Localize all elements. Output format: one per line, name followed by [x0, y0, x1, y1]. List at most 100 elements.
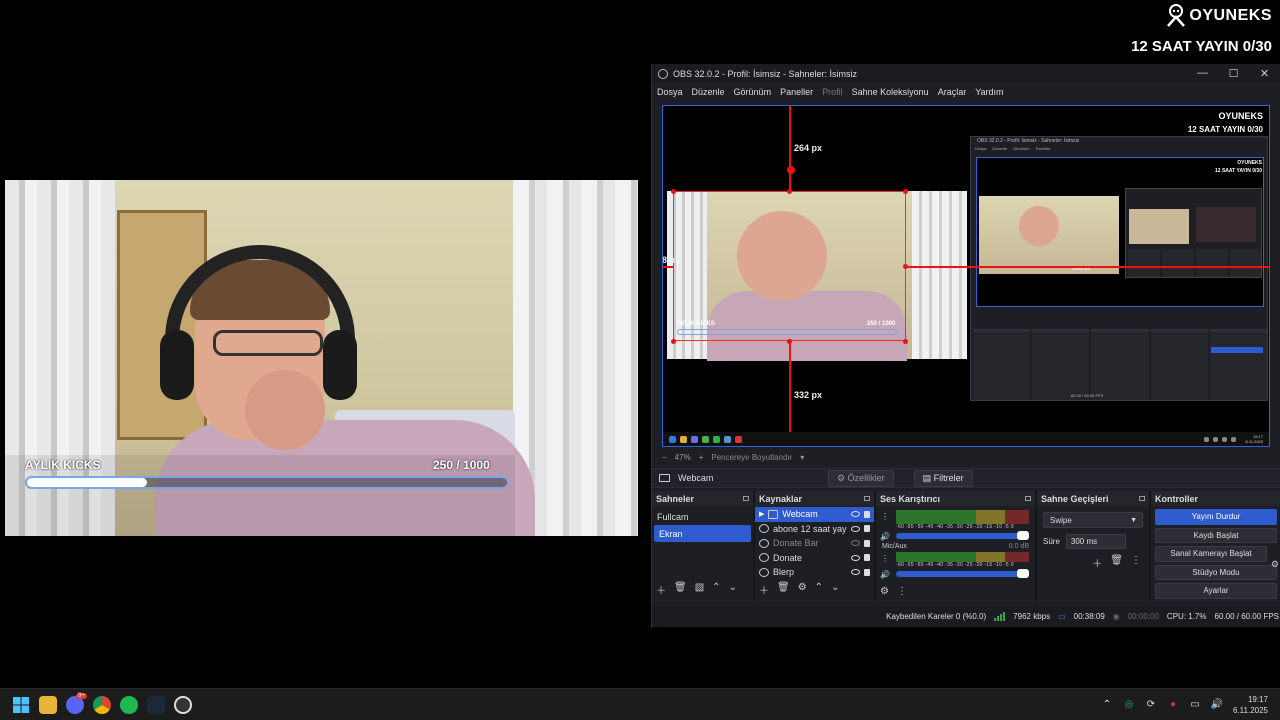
kebab-menu-icon[interactable]: ⋮: [881, 554, 889, 563]
transition-select[interactable]: Swipe ▼: [1043, 512, 1143, 528]
measure-left: 38 px: [662, 255, 681, 265]
stream-brand: OYUNEKS 12 SAAT YAYIN 0/30: [1131, 4, 1272, 55]
gear-icon[interactable]: ⚙: [798, 582, 807, 597]
eye-icon[interactable]: [851, 554, 860, 561]
gear-icon[interactable]: ⚙: [1271, 559, 1279, 570]
controls-dock: Kontroller Yayını Durdur Kaydı Başlat Sa…: [1151, 491, 1280, 601]
source-item-webcam[interactable]: ▶ Webcam: [755, 507, 874, 522]
menu-gorunum[interactable]: Görünüm: [734, 87, 772, 97]
minimize-button[interactable]: —: [1187, 67, 1218, 80]
eye-icon[interactable]: [851, 511, 860, 518]
trash-icon[interactable]: 🗑: [674, 582, 687, 597]
down-icon[interactable]: ⌄: [729, 582, 737, 597]
taskbar-clock[interactable]: 19:17 6.11.2025: [1233, 694, 1268, 716]
settings-button[interactable]: Ayarlar: [1155, 583, 1277, 599]
zoom-out-button[interactable]: −: [662, 453, 667, 462]
maximize-button[interactable]: ☐: [1218, 67, 1249, 80]
up-icon[interactable]: ⌃: [815, 582, 823, 597]
studio-mode-button[interactable]: Stüdyo Modu: [1155, 564, 1277, 580]
transitions-header: Sahne Geçişleri: [1041, 493, 1109, 504]
speaker-icon[interactable]: 🔊: [880, 570, 890, 579]
zoom-dropdown-caret[interactable]: ▾: [800, 453, 804, 462]
eye-closed-icon[interactable]: [851, 540, 860, 547]
trash-icon[interactable]: 🗑: [777, 582, 790, 597]
menu-dosya[interactable]: Dosya: [657, 87, 683, 97]
add-icon[interactable]: ＋: [656, 582, 666, 597]
menu-yardim[interactable]: Yardım: [975, 87, 1003, 97]
mixer-header: Ses Karıştırıcı: [880, 493, 941, 504]
kicks-goal-count: 250 / 1000: [433, 458, 490, 472]
scene-item-fullcam[interactable]: Fullcam: [652, 508, 753, 525]
lock-icon[interactable]: [864, 510, 870, 518]
start-virtual-camera-button[interactable]: Sanal Kamerayı Başlat: [1155, 546, 1267, 562]
volume-icon[interactable]: 🔊: [1211, 699, 1223, 711]
source-item-donate-bar[interactable]: Donate Bar: [755, 536, 874, 551]
fps: 60.00 / 60.00 FPS: [1214, 611, 1280, 621]
expand-icon: ▶: [759, 511, 765, 519]
up-icon[interactable]: ⌃: [712, 582, 720, 597]
scene-item-ekran[interactable]: Ekran: [654, 525, 751, 542]
kebab-menu-icon[interactable]: ⋮: [897, 586, 907, 597]
steam-icon[interactable]: [147, 695, 165, 714]
popout-icon[interactable]: [1025, 496, 1031, 501]
add-icon[interactable]: ＋: [759, 582, 769, 597]
lock-icon[interactable]: [864, 525, 870, 533]
lock-icon[interactable]: [864, 554, 870, 562]
eye-icon[interactable]: [851, 569, 860, 576]
kebab-menu-icon[interactable]: ⋮: [1131, 555, 1141, 570]
obs-statusbar: Kaybedilen Kareler 0 (%0.0) 7962 kbps ▭ …: [652, 606, 1280, 626]
record-tray-icon[interactable]: ●: [1167, 699, 1179, 711]
obs-docks: Sahneler Fullcam Ekran ＋ 🗑 ▧ ⌃ ⌄ Kaynaklar ▶…: [652, 491, 1280, 601]
add-icon[interactable]: ＋: [1092, 555, 1102, 570]
eye-icon[interactable]: [851, 525, 860, 532]
chevron-up-icon[interactable]: ⌃: [1101, 699, 1113, 711]
spotify-icon[interactable]: [120, 695, 138, 714]
filters-button[interactable]: ▤ Filtreler: [913, 469, 973, 487]
filter-icon[interactable]: ▧: [695, 582, 704, 597]
file-explorer-icon[interactable]: [39, 695, 57, 714]
desktop-volume-slider[interactable]: [896, 531, 1029, 540]
source-item-donate[interactable]: Donate: [755, 551, 874, 566]
kicks-goal-label: AYLIK KICKS: [25, 458, 101, 472]
windows-start-icon[interactable]: [12, 696, 30, 714]
start-recording-button[interactable]: Kaydı Başlat: [1155, 527, 1277, 543]
menu-duzenle[interactable]: Düzenle: [692, 87, 725, 97]
down-icon[interactable]: ⌄: [831, 582, 839, 597]
discord-icon[interactable]: 9+: [66, 692, 87, 714]
sources-dock: Kaynaklar ▶ Webcam abone 12 saat yayın Do…: [755, 491, 876, 601]
lock-icon[interactable]: [864, 539, 870, 547]
stop-stream-button[interactable]: Yayını Durdur: [1155, 509, 1277, 525]
sync-icon[interactable]: ⟳: [1145, 699, 1157, 711]
kebab-menu-icon[interactable]: ⋮: [881, 512, 889, 521]
network-icon[interactable]: ▭: [1189, 699, 1201, 711]
duration-input[interactable]: 300 ms: [1065, 534, 1126, 549]
advanced-audio-icon[interactable]: ⚙: [880, 586, 889, 597]
selected-source-name: Webcam: [678, 473, 714, 483]
popout-icon[interactable]: [743, 496, 749, 501]
chevron-down-icon: ▼: [1130, 516, 1137, 524]
obs-preview[interactable]: OYUNEKS 12 SAAT YAYIN 0/30 AYLIK KICKS 2…: [662, 105, 1270, 447]
popout-icon[interactable]: [1139, 496, 1145, 501]
selection-box[interactable]: [673, 191, 906, 341]
speaker-icon[interactable]: 🔊: [880, 532, 890, 541]
lock-icon[interactable]: [864, 568, 870, 576]
obs-taskbar-icon[interactable]: [174, 695, 192, 714]
trash-icon[interactable]: 🗑: [1110, 555, 1123, 570]
source-item-blerp[interactable]: Blerp: [755, 565, 874, 580]
menu-araclar[interactable]: Araçlar: [938, 87, 967, 97]
menu-profil[interactable]: Profil: [822, 87, 843, 97]
mic-volume-slider[interactable]: [896, 569, 1029, 578]
chrome-icon[interactable]: [93, 695, 111, 714]
preview-nested-obs-capture: OBS 32.0.2 - Profil: İsimsiz - Sahneler:…: [970, 136, 1268, 401]
menu-paneller[interactable]: Paneller: [780, 87, 813, 97]
properties-button[interactable]: ⚙ Özellikler: [828, 469, 894, 487]
popout-icon[interactable]: [864, 496, 870, 501]
folder-icon: [768, 509, 779, 519]
mic-db: 0.0 dB: [1008, 543, 1029, 550]
fit-to-window-button[interactable]: Pencereye Boyutlandır: [711, 453, 792, 462]
zoom-in-button[interactable]: +: [699, 453, 704, 462]
close-button[interactable]: ✕: [1249, 67, 1280, 80]
source-item-abone[interactable]: abone 12 saat yayın: [755, 522, 874, 537]
menu-sahne-koleksiyonu[interactable]: Sahne Koleksiyonu: [852, 87, 929, 97]
tray-app-icon[interactable]: ◎: [1123, 699, 1135, 711]
